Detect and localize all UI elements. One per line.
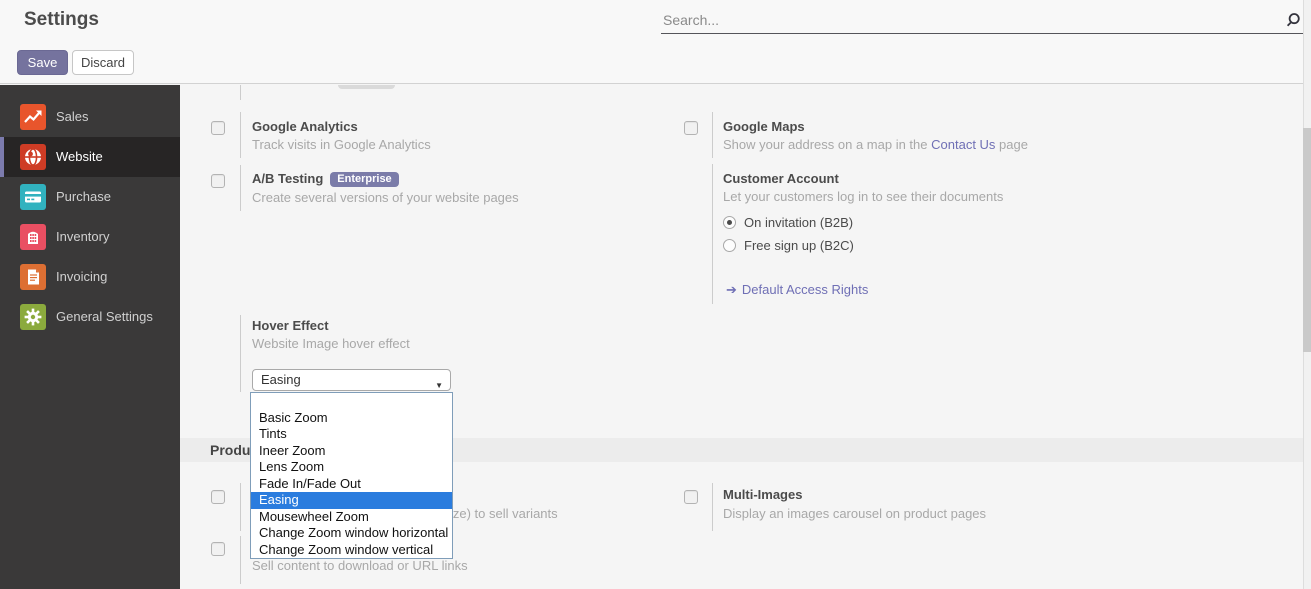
credit-card-icon <box>20 184 46 210</box>
dropdown-option[interactable] <box>251 393 452 410</box>
hover-effect-description: Website Image hover effect <box>252 336 410 351</box>
sidebar-item-label: Invoicing <box>56 269 107 284</box>
sidebar-item-sales[interactable]: Sales <box>0 97 180 137</box>
divider <box>240 315 241 392</box>
scrolled-off-element-edge <box>338 85 395 89</box>
search-icon[interactable] <box>1285 12 1301 28</box>
gear-icon <box>20 304 46 330</box>
google-maps-desc-suffix: page <box>995 137 1028 152</box>
sidebar-item-label: General Settings <box>56 309 153 324</box>
digital-content-checkbox[interactable] <box>211 542 225 556</box>
default-access-rights-label: Default Access Rights <box>742 282 868 297</box>
dropdown-option[interactable]: Mousewheel Zoom <box>251 509 452 526</box>
customer-account-description: Let your customers log in to see their d… <box>723 189 1003 204</box>
hover-effect-selected-value: Easing <box>261 372 301 387</box>
google-analytics-checkbox[interactable] <box>211 121 225 135</box>
customer-account-title: Customer Account <box>723 171 839 186</box>
multi-images-description: Display an images carousel on product pa… <box>723 506 986 521</box>
search-input[interactable] <box>661 6 1303 34</box>
divider <box>240 112 241 158</box>
sidebar-item-label: Purchase <box>56 189 111 204</box>
dropdown-option[interactable]: Tints <box>251 426 452 443</box>
hover-effect-title: Hover Effect <box>252 318 329 333</box>
ab-testing-checkbox[interactable] <box>211 174 225 188</box>
hover-effect-select[interactable]: Easing ▼ <box>252 369 451 391</box>
radio-on-invitation[interactable]: On invitation (B2B) <box>723 215 853 230</box>
google-analytics-description: Track visits in Google Analytics <box>252 137 431 152</box>
sidebar-item-label: Inventory <box>56 229 109 244</box>
dropdown-option[interactable]: Change Zoom window horizontal <box>251 525 452 542</box>
dropdown-option[interactable]: Fade In/Fade Out <box>251 476 452 493</box>
google-maps-title: Google Maps <box>723 119 805 134</box>
sidebar-item-label: Sales <box>56 109 89 124</box>
hover-effect-dropdown: Basic ZoomTintsIneer ZoomLens ZoomFade I… <box>250 392 453 559</box>
document-icon <box>20 264 46 290</box>
radio-free-signup[interactable]: Free sign up (B2C) <box>723 238 854 253</box>
multi-images-title: Multi-Images <box>723 487 802 502</box>
sidebar-item-general-settings[interactable]: General Settings <box>0 297 180 337</box>
globe-icon <box>20 144 46 170</box>
divider-partial <box>240 85 241 100</box>
ab-testing-title: A/B Testing Enterprise <box>252 171 399 187</box>
scrollbar-thumb[interactable] <box>1303 128 1311 352</box>
building-icon <box>20 224 46 250</box>
dropdown-option[interactable]: Lens Zoom <box>251 459 452 476</box>
right-arrow-icon: ➔ <box>726 282 737 297</box>
sidebar-item-inventory[interactable]: Inventory <box>0 217 180 257</box>
divider <box>240 483 241 531</box>
sidebar-item-invoicing[interactable]: Invoicing <box>0 257 180 297</box>
sidebar: Sales Website <box>0 85 180 589</box>
divider <box>712 483 713 531</box>
divider <box>712 164 713 304</box>
radio-button-selected[interactable] <box>723 216 736 229</box>
save-button[interactable]: Save <box>17 50 68 75</box>
sidebar-item-website[interactable]: Website <box>0 137 180 177</box>
divider <box>240 165 241 211</box>
radio-label: Free sign up (B2C) <box>744 238 854 253</box>
sidebar-item-purchase[interactable]: Purchase <box>0 177 180 217</box>
ab-testing-description: Create several versions of your website … <box>252 190 519 205</box>
default-access-rights-link[interactable]: ➔ Default Access Rights <box>726 282 868 298</box>
sales-chart-icon <box>20 104 46 130</box>
multi-images-checkbox[interactable] <box>684 490 698 504</box>
google-analytics-title: Google Analytics <box>252 119 358 134</box>
settings-page: Settings Save Discard Sales <box>0 0 1311 589</box>
digital-content-description: Sell content to download or URL links <box>252 558 468 573</box>
search-bar <box>661 6 1303 36</box>
radio-button[interactable] <box>723 239 736 252</box>
sidebar-item-label: Website <box>56 149 103 164</box>
ab-testing-title-text: A/B Testing <box>252 171 323 186</box>
dropdown-option[interactable]: Ineer Zoom <box>251 443 452 460</box>
enterprise-badge: Enterprise <box>330 172 398 187</box>
header-bar: Settings Save Discard <box>0 0 1311 84</box>
page-title: Settings <box>24 9 99 31</box>
divider <box>712 112 713 158</box>
discard-button[interactable]: Discard <box>72 50 134 75</box>
dropdown-option[interactable]: Change Zoom window vertical <box>251 542 452 559</box>
dropdown-option[interactable]: Easing <box>251 492 452 509</box>
google-maps-desc-prefix: Show your address on a map in the <box>723 137 931 152</box>
google-maps-checkbox[interactable] <box>684 121 698 135</box>
google-maps-description: Show your address on a map in the Contac… <box>723 137 1028 152</box>
contact-us-link[interactable]: Contact Us <box>931 137 995 152</box>
dropdown-option[interactable]: Basic Zoom <box>251 410 452 427</box>
radio-label: On invitation (B2B) <box>744 215 853 230</box>
variants-checkbox[interactable] <box>211 490 225 504</box>
active-item-stripe <box>0 137 4 177</box>
divider <box>240 536 241 584</box>
